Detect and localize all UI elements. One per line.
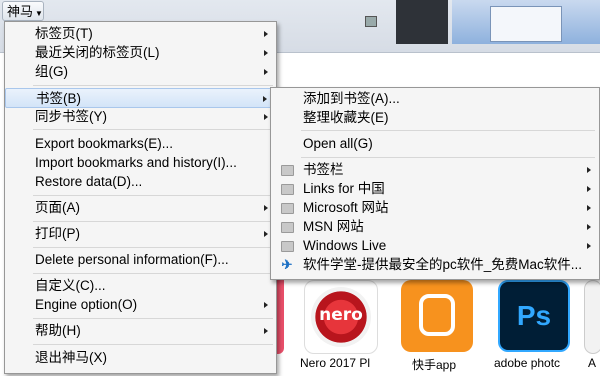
tile-label: Nero 2017 Pl (300, 356, 371, 370)
menu-separator (33, 344, 273, 345)
folder-icon (281, 222, 294, 233)
app-menu-button[interactable]: 神马 ▼ (2, 1, 44, 21)
menu-item-label: 标签页(T) (35, 26, 93, 41)
bookmark-menu-organize[interactable]: 整理收藏夹(E) (271, 108, 599, 128)
menu-item-label: Export bookmarks(E)... (35, 136, 174, 151)
menu-item-tabs[interactable]: 标签页(T) (5, 24, 276, 44)
menu-item-label: Open all(G) (303, 136, 373, 151)
menu-item-label: Delete personal information(F)... (35, 252, 229, 267)
tile-label: A (588, 356, 597, 370)
menu-separator (33, 195, 273, 196)
menu-separator (301, 157, 595, 158)
menu-separator (33, 247, 273, 248)
menu-item-bookmarks[interactable]: 书签(B) (5, 88, 276, 108)
photoshop-logo-text: Ps (516, 300, 552, 331)
submenu-arrow-icon (264, 69, 268, 75)
app-tile-photoshop[interactable]: Ps (498, 280, 570, 352)
submenu-arrow-icon (587, 167, 591, 173)
menu-item-export-bookmarks[interactable]: Export bookmarks(E)... (5, 134, 276, 154)
menu-item-customize[interactable]: 自定义(C)... (5, 276, 276, 296)
folder-icon (281, 184, 294, 195)
menu-separator (33, 221, 273, 222)
submenu-arrow-icon (587, 243, 591, 249)
submenu-arrow-icon (587, 186, 591, 192)
bookmark-folder-windows-live[interactable]: Windows Live (271, 236, 599, 256)
bookmark-folder-msn[interactable]: MSN 网站 (271, 217, 599, 237)
bookmark-menu-add[interactable]: 添加到书签(A)... (271, 89, 599, 109)
tab-list-icon[interactable] (365, 16, 377, 27)
menu-separator (33, 85, 273, 86)
menu-item-exit[interactable]: 退出神马(X) (5, 348, 276, 368)
submenu-arrow-icon (264, 114, 268, 120)
menu-item-label: 帮助(H) (35, 323, 81, 338)
menu-item-label: 自定义(C)... (35, 278, 106, 293)
menu-separator (33, 129, 273, 130)
menu-item-label: Restore data(D)... (35, 174, 143, 189)
bookmark-folder-links-china[interactable]: Links for 中国 (271, 179, 599, 199)
bookmark-folder-bookmarks-bar[interactable]: 书签栏 (271, 160, 599, 180)
submenu-arrow-icon (264, 231, 268, 237)
site-favicon-icon: ✈ (281, 257, 293, 272)
nero-logo-text: nero (319, 305, 363, 325)
app-tile-partial[interactable] (276, 270, 284, 354)
bookmark-folder-microsoft[interactable]: Microsoft 网站 (271, 198, 599, 218)
bookmarks-submenu: 添加到书签(A)... 整理收藏夹(E) Open all(G) 书签栏 Lin… (270, 87, 600, 280)
menu-item-group[interactable]: 组(G) (5, 62, 276, 82)
submenu-arrow-icon (264, 50, 268, 56)
menu-item-label: 同步书签(Y) (35, 109, 107, 124)
menu-item-label: Microsoft 网站 (303, 200, 389, 215)
menu-item-import-bookmarks[interactable]: Import bookmarks and history(I)... (5, 153, 276, 173)
menu-separator (33, 318, 273, 319)
menu-item-delete-personal-info[interactable]: Delete personal information(F)... (5, 250, 276, 270)
menu-item-label: 最近关闭的标签页(L) (35, 45, 160, 60)
menu-item-recently-closed[interactable]: 最近关闭的标签页(L) (5, 43, 276, 63)
tab-thumbnail[interactable] (396, 0, 448, 44)
menu-item-label: Windows Live (303, 238, 387, 253)
menu-item-label: 退出神马(X) (35, 350, 107, 365)
menu-item-label: 软件学堂-提供最安全的pc软件_免费Mac软件... (303, 257, 583, 272)
bookmark-menu-open-all[interactable]: Open all(G) (271, 134, 599, 154)
menu-item-label: 整理收藏夹(E) (303, 110, 389, 125)
bookmark-link-softschool[interactable]: ✈ 软件学堂-提供最安全的pc软件_免费Mac软件... (271, 255, 599, 275)
menu-item-label: Import bookmarks and history(I)... (35, 155, 237, 170)
menu-item-label: 书签栏 (303, 162, 344, 177)
submenu-arrow-icon (264, 328, 268, 334)
app-tile-nero[interactable]: nero (304, 280, 378, 354)
menu-item-label: Engine option(O) (35, 297, 138, 312)
menu-item-label: 组(G) (35, 64, 68, 79)
submenu-arrow-icon (587, 205, 591, 211)
chevron-down-icon: ▼ (35, 9, 43, 18)
submenu-arrow-icon (264, 205, 268, 211)
tile-label: adobe photc (494, 356, 561, 370)
app-main-menu: 标签页(T) 最近关闭的标签页(L) 组(G) 书签(B) 同步书签(Y) Ex… (4, 21, 277, 374)
submenu-arrow-icon (587, 224, 591, 230)
app-tile-kuaishou[interactable] (401, 280, 473, 352)
menu-item-restore-data[interactable]: Restore data(D)... (5, 172, 276, 192)
menu-item-label: Links for 中国 (303, 181, 385, 196)
menu-separator (301, 130, 595, 131)
kuaishou-logo-icon (419, 294, 455, 336)
menu-item-label: 书签(B) (36, 91, 81, 106)
folder-icon (281, 165, 294, 176)
menu-item-sync-bookmarks[interactable]: 同步书签(Y) (5, 107, 276, 127)
menu-separator (33, 273, 273, 274)
menu-item-label: 页面(A) (35, 200, 80, 215)
menu-item-page[interactable]: 页面(A) (5, 198, 276, 218)
submenu-arrow-icon (264, 302, 268, 308)
menu-item-help[interactable]: 帮助(H) (5, 321, 276, 341)
menu-item-engine-option[interactable]: Engine option(O) (5, 295, 276, 315)
menu-item-label: MSN 网站 (303, 219, 364, 234)
submenu-arrow-icon (263, 96, 267, 102)
menu-item-label: 添加到书签(A)... (303, 91, 400, 106)
folder-icon (281, 203, 294, 214)
app-menu-label: 神马 (7, 4, 34, 19)
app-tile-partial[interactable] (584, 280, 600, 354)
tile-label: 快手app (412, 358, 457, 372)
menu-item-print[interactable]: 打印(P) (5, 224, 276, 244)
submenu-arrow-icon (264, 31, 268, 37)
menu-item-label: 打印(P) (35, 226, 80, 241)
folder-icon (281, 241, 294, 252)
tab-thumbnail-active[interactable] (452, 0, 600, 44)
